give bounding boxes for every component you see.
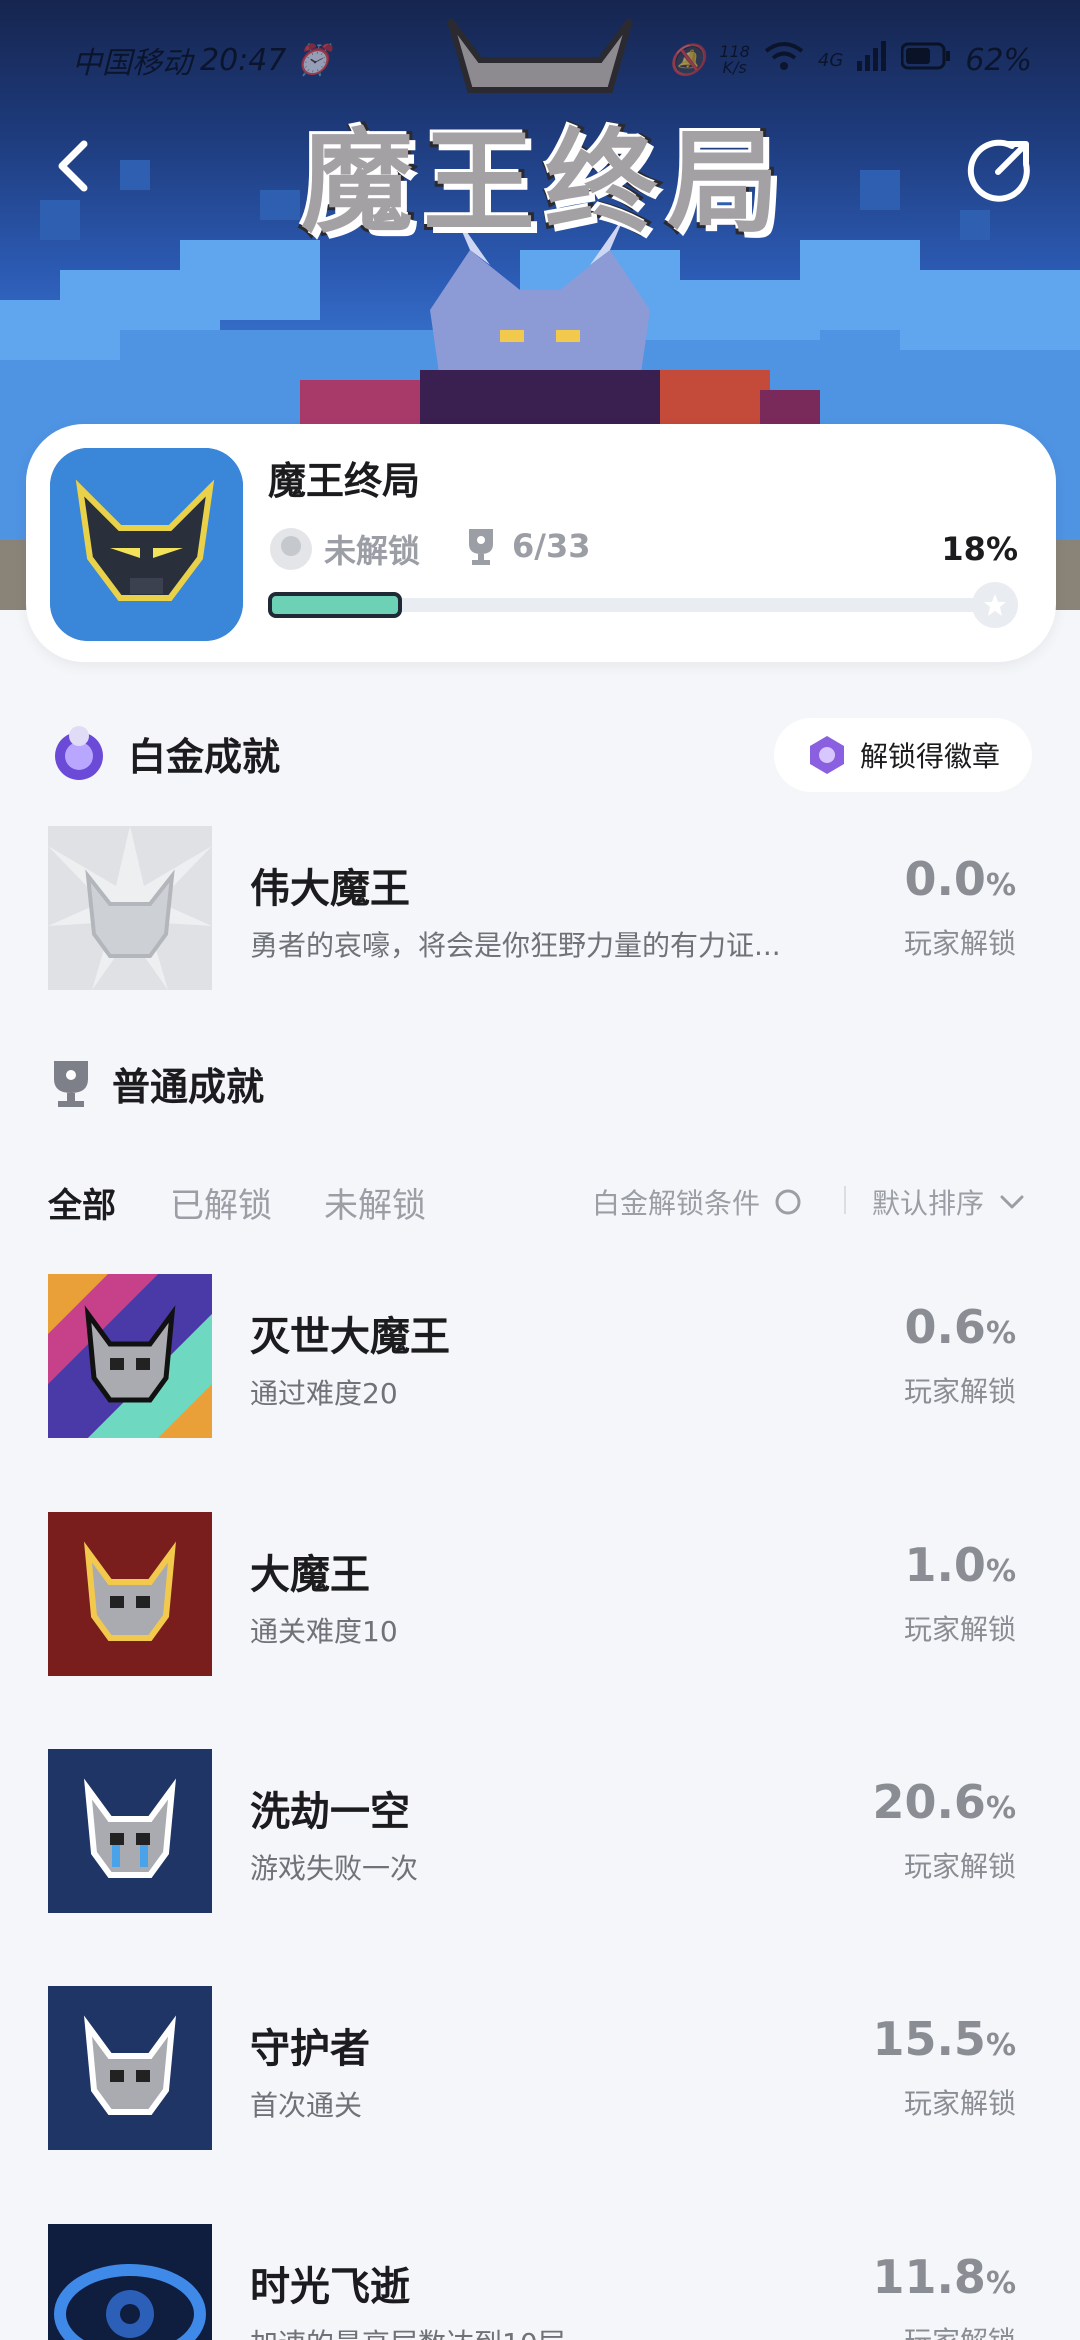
achievement-name: 大魔王 (250, 1552, 370, 1598)
net-speed: 118 K/s (719, 42, 750, 77)
sort-dropdown[interactable]: 默认排序 (872, 1182, 1026, 1222)
achievement-description: 勇者的哀嚎，将会是你狂野力量的有力证... (250, 929, 781, 962)
back-button[interactable] (40, 130, 110, 200)
alarm-icon: ⏰ (294, 42, 332, 78)
unlock-rate-label: 玩家解锁 (903, 1613, 1016, 1646)
achievement-unlock-rate: 1.0% (904, 1538, 1016, 1592)
progress-end-star-icon (972, 582, 1018, 628)
achievement-name: 守护者 (250, 2026, 370, 2072)
game-logo: 魔王终局 (298, 114, 789, 251)
share-icon (967, 139, 1030, 202)
achievement-filter-bar: 全部 已解锁 未解锁 白金解锁条件 默认排序 (0, 1170, 1080, 1226)
completion-percent: 18% (941, 530, 1018, 568)
progress-fill (268, 592, 402, 618)
achievement-description: 游戏失败一次 (250, 1852, 419, 1885)
achievement-description: 加速的最高层数达到10层 (250, 2322, 830, 2340)
achievement-row[interactable]: 洗劫一空 游戏失败一次 20.6% 玩家解锁 (0, 1749, 1080, 1913)
battery-icon (900, 42, 951, 78)
status-bar: 中国移动 20:47 ⏰ 🔕 118 K/s 4G 62% (0, 30, 1080, 90)
achievement-unlock-rate: 20.6% (872, 1775, 1016, 1829)
achievement-row[interactable]: 时光飞逝 加速的最高层数达到10层 11.8% 玩家解锁 (0, 2224, 1080, 2340)
game-app-icon (50, 448, 243, 641)
achievement-thumbnail (48, 1512, 212, 1676)
achievement-row[interactable]: 灭世大魔王 通过难度20 0.6% 玩家解锁 (0, 1274, 1080, 1438)
tab-unlocked[interactable]: 已解锁 (170, 1178, 272, 1227)
achievement-thumbnail (48, 2224, 212, 2340)
achievement-row[interactable]: 守护者 首次通关 15.5% 玩家解锁 (0, 1986, 1080, 2150)
trophy-count: 6/33 (466, 526, 590, 566)
achievement-description: 通过难度20 (250, 1377, 398, 1410)
achievement-thumbnail (48, 1274, 212, 1438)
platinum-medal-icon (55, 726, 103, 780)
wifi-icon (764, 41, 804, 79)
achievement-name: 洗劫一空 (250, 1789, 410, 1835)
achievement-thumbnail (48, 826, 212, 990)
achievement-name: 时光飞逝 (250, 2264, 410, 2310)
signal-icon (857, 41, 887, 79)
normal-section-header: 普通成就 (48, 1056, 264, 1111)
clock: 20:47 (200, 42, 287, 78)
unlock-rate-label: 玩家解锁 (903, 927, 1016, 960)
tab-locked[interactable]: 未解锁 (324, 1178, 426, 1227)
unlock-rate-label: 玩家解锁 (903, 2087, 1016, 2120)
achievement-unlock-rate: 11.8% (872, 2250, 1016, 2304)
game-summary-card: 魔王终局 未解锁 6/33 18% (26, 424, 1056, 662)
achievement-description: 首次通关 (250, 2089, 363, 2122)
achievement-row[interactable]: 大魔王 通关难度10 1.0% 玩家解锁 (0, 1512, 1080, 1676)
achievement-thumbnail (48, 1749, 212, 1913)
platinum-condition-toggle[interactable]: 白金解锁条件 (592, 1182, 802, 1222)
platinum-trophy-icon (270, 528, 312, 570)
trophy-icon (469, 529, 493, 565)
divider (844, 1186, 846, 1214)
achievement-unlock-rate: 15.5% (872, 2012, 1016, 2066)
achievement-unlock-rate: 0.0% (904, 852, 1016, 906)
platinum-section-header: 白金成就 (48, 722, 280, 784)
chevron-left-icon (58, 140, 88, 192)
achievement-description: 通关难度10 (250, 1615, 398, 1648)
platinum-achievement-row[interactable]: 伟大魔王 勇者的哀嚎，将会是你狂野力量的有力证... 0.0% 玩家解锁 (0, 826, 1080, 990)
carrier-label: 中国移动 (72, 46, 192, 81)
battery-percent: 62% (965, 42, 1032, 78)
achievement-name: 伟大魔王 (250, 866, 410, 912)
game-title: 魔王终局 (268, 459, 421, 503)
chevron-down-icon (1000, 1195, 1024, 1209)
achievement-thumbnail (48, 1986, 212, 2150)
mute-icon: 🔕 (668, 42, 706, 78)
badge-icon (809, 736, 844, 774)
share-button[interactable] (966, 134, 1036, 204)
platinum-unlock-status: 未解锁 (268, 526, 420, 572)
unlock-rate-label: 玩家解锁 (903, 1850, 1016, 1883)
achievement-unlock-rate: 0.6% (904, 1300, 1016, 1354)
completion-progress-bar (268, 582, 1018, 628)
unlock-badge-button[interactable]: 解锁得徽章 (774, 718, 1032, 792)
network-type: 4G (817, 49, 844, 71)
tab-all[interactable]: 全部 (48, 1178, 116, 1227)
trophy-icon (54, 1060, 88, 1107)
radio-circle-icon (775, 1189, 801, 1215)
unlock-rate-label: 玩家解锁 (904, 2320, 1016, 2340)
unlock-rate-label: 玩家解锁 (903, 1375, 1016, 1408)
achievement-name: 灭世大魔王 (250, 1314, 450, 1360)
